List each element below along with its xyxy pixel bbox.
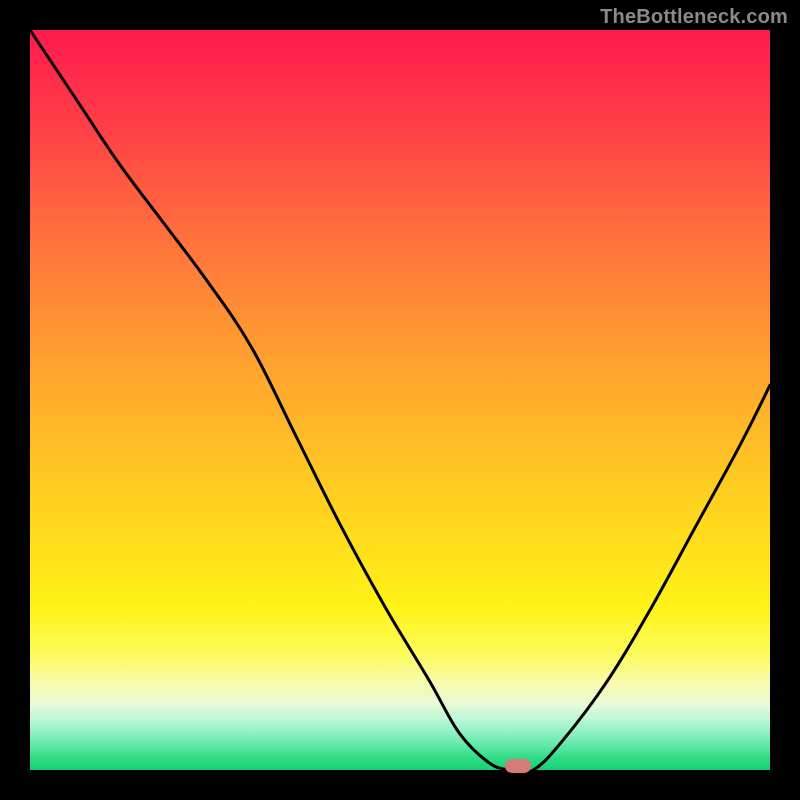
watermark-text: TheBottleneck.com xyxy=(600,6,788,29)
bottleneck-curve xyxy=(30,30,770,770)
plot-area xyxy=(30,30,770,770)
chart-frame: TheBottleneck.com xyxy=(0,0,800,800)
optimal-point-marker xyxy=(505,759,531,773)
